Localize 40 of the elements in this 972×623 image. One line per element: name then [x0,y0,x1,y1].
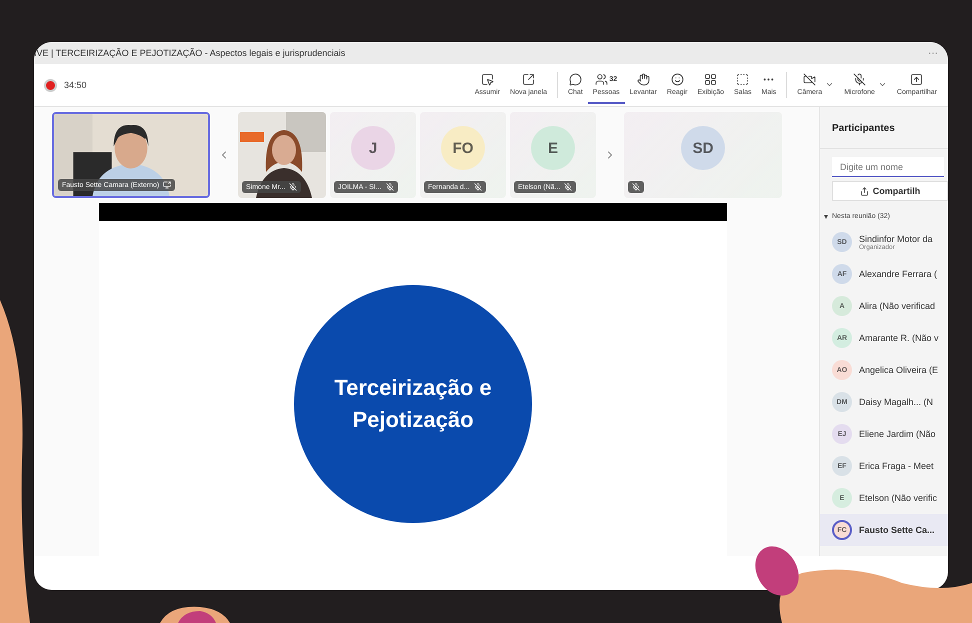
slide-title: Terceirização e Pejotização [333,374,493,434]
grid-icon [704,72,718,86]
participant-name: Fausto Sette Ca... [859,525,935,535]
participant-name: Amarante R. (Não v [859,333,939,343]
participant-name: Angelica Oliveira (E [859,365,938,375]
share-icon [910,72,924,86]
mic-off-icon [386,183,394,191]
participant-name: Alexandre Ferrara ( [859,269,938,279]
avatar: FO [441,126,485,170]
share-button[interactable]: Compartilh [832,181,948,201]
avatar: E [531,126,575,170]
participant-name: Eliene Jardim (Não [859,429,936,439]
elapsed-time: 34:50 [64,80,87,90]
panel-title: Participantes [820,107,948,149]
more-menu[interactable]: ··· [928,48,938,58]
mic-off-icon [564,183,572,191]
square-icon [736,72,750,86]
mic-off-icon [853,72,866,86]
participant-tile[interactable]: SD [624,112,782,198]
hand-icon [636,72,650,86]
participant-name: Etelson (Não verific [859,493,938,503]
participant-name: Alira (Não verificad [859,301,936,311]
pointer-screen-icon [480,72,494,86]
participant-name: Sindinfor Motor da [859,234,933,244]
smile-icon [670,72,684,86]
popout-icon [522,72,535,86]
share-icon [860,186,869,196]
mic-off-icon [474,183,482,191]
chat-icon [568,72,582,86]
finger-drawing [160,605,230,623]
people-icon [595,72,608,86]
camera-off-icon [803,72,816,86]
avatar: J [351,126,395,170]
mic-off-icon [289,183,298,191]
participant-name: Daisy Magalh... (N [859,397,934,407]
participant-name: Erica Fraga - Meet [859,461,934,471]
avatar: SD [681,126,725,170]
mic-off-icon [632,183,640,191]
search-field[interactable]: Digite um nome [832,157,944,177]
screen-share-icon [163,181,172,189]
